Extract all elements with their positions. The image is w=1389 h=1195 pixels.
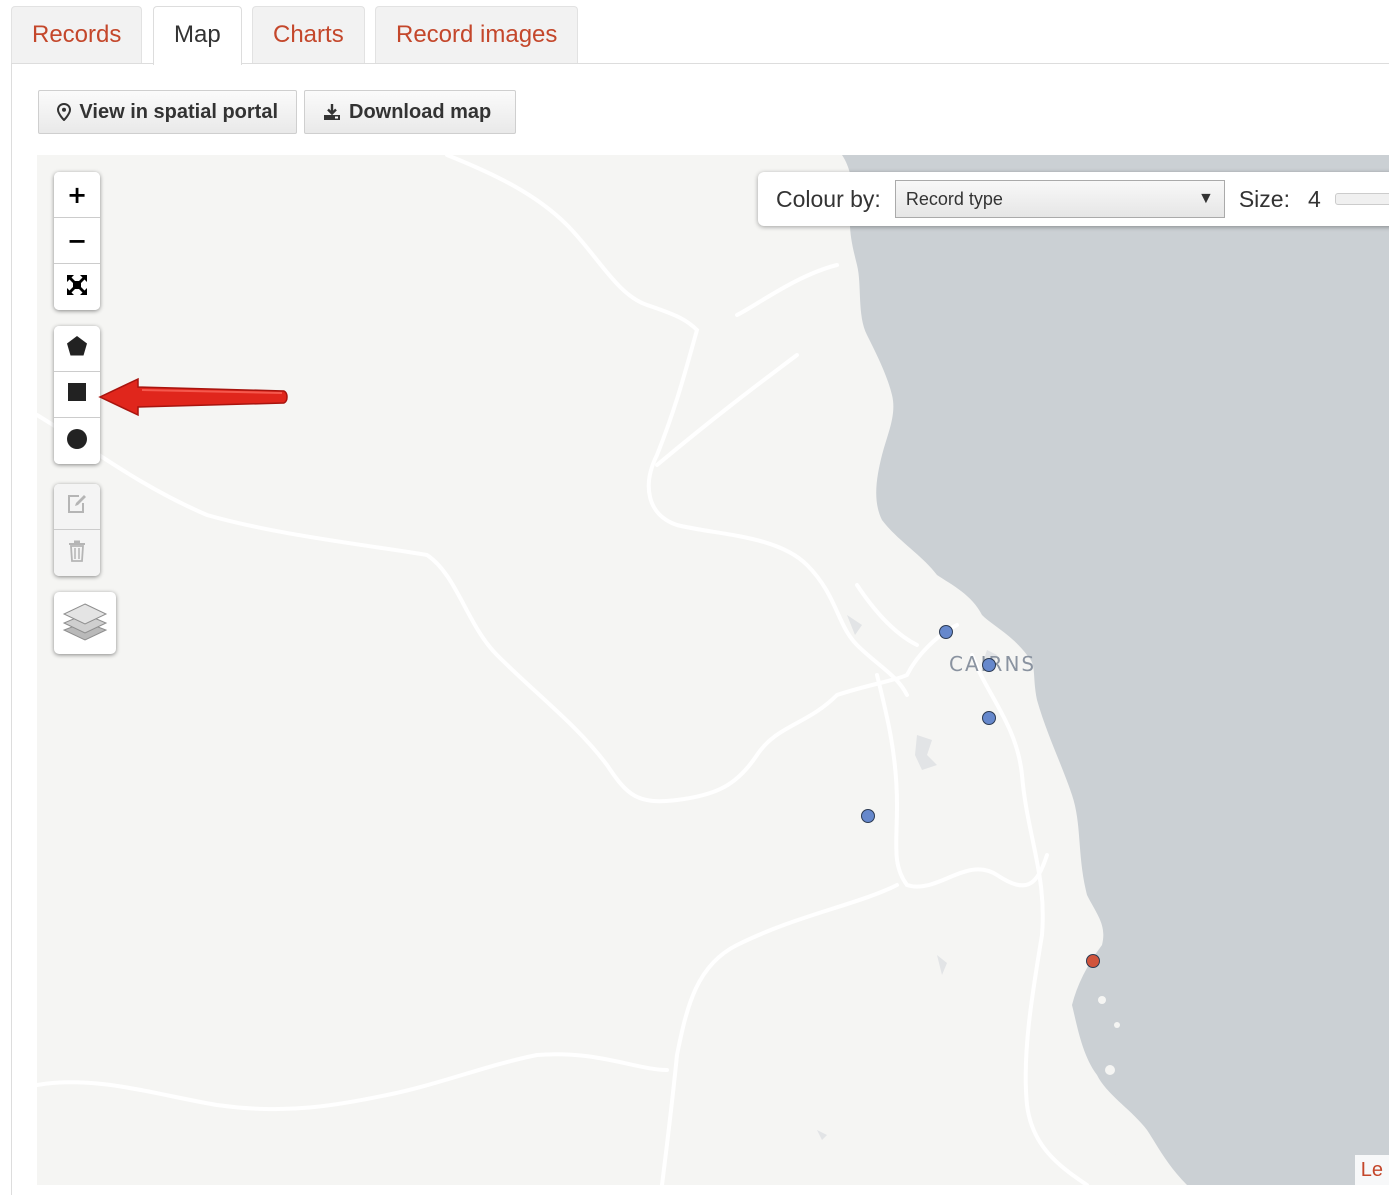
tab-record-images[interactable]: Record images xyxy=(375,6,579,64)
layers-button[interactable] xyxy=(54,592,116,654)
occurrence-point[interactable] xyxy=(1086,954,1100,968)
map-basemap xyxy=(37,155,1389,1185)
colour-by-label: Colour by: xyxy=(776,185,881,212)
occurrence-point[interactable] xyxy=(982,711,996,725)
zoom-in-button[interactable]: + xyxy=(54,172,100,218)
size-slider[interactable] xyxy=(1334,193,1389,205)
chevron-down-icon: ▼ xyxy=(1197,190,1214,207)
download-map-button[interactable]: Download map xyxy=(304,90,516,134)
map-attribution[interactable]: Le xyxy=(1354,1155,1389,1185)
square-icon xyxy=(68,383,86,406)
sea-area xyxy=(842,155,1389,1185)
fullscreen-icon xyxy=(65,273,89,302)
red-arrow-icon xyxy=(98,377,288,417)
download-icon xyxy=(323,102,341,122)
occurrence-point[interactable] xyxy=(939,625,953,639)
map-marker-icon xyxy=(57,102,72,122)
size-label: Size: xyxy=(1238,185,1290,212)
colour-by-panel: Colour by: Record type ▼ Size: 4 xyxy=(758,172,1389,226)
trash-icon xyxy=(67,540,87,567)
content-border xyxy=(11,63,12,1195)
draw-toolbar xyxy=(54,326,100,464)
layers-icon xyxy=(62,600,108,647)
occurrence-point[interactable] xyxy=(861,809,875,823)
edit-toolbar xyxy=(54,484,100,576)
colour-by-select[interactable]: Record type ▼ xyxy=(894,180,1225,218)
draw-rectangle-button[interactable] xyxy=(54,372,100,418)
edit-icon xyxy=(66,493,88,520)
draw-polygon-button[interactable] xyxy=(54,326,100,372)
circle-icon xyxy=(66,428,88,455)
fit-bounds-button[interactable] xyxy=(54,264,100,310)
tab-records[interactable]: Records xyxy=(11,6,143,64)
pentagon-icon xyxy=(66,335,88,362)
view-in-spatial-portal-label: View in spatial portal xyxy=(79,100,278,123)
edit-layers-button[interactable] xyxy=(54,484,100,530)
island xyxy=(1098,996,1106,1004)
island xyxy=(1105,1065,1115,1075)
delete-layers-button[interactable] xyxy=(54,530,100,576)
occurrence-point[interactable] xyxy=(982,658,996,672)
draw-circle-button[interactable] xyxy=(54,418,100,464)
map-canvas[interactable]: + − Colour by: Record type ▼ Size: 4 Le xyxy=(37,155,1389,1185)
island xyxy=(1114,1022,1120,1028)
download-map-label: Download map xyxy=(349,100,492,123)
tab-map[interactable]: Map xyxy=(153,6,242,65)
colour-by-value: Record type xyxy=(905,188,1003,209)
tab-charts[interactable]: Charts xyxy=(252,6,365,64)
zoom-out-button[interactable]: − xyxy=(54,218,100,264)
size-value: 4 xyxy=(1307,185,1321,212)
tab-bar: Records Map Charts Record images xyxy=(11,6,1389,65)
view-in-spatial-portal-button[interactable]: View in spatial portal xyxy=(38,90,297,134)
zoom-control: + − xyxy=(54,172,100,310)
